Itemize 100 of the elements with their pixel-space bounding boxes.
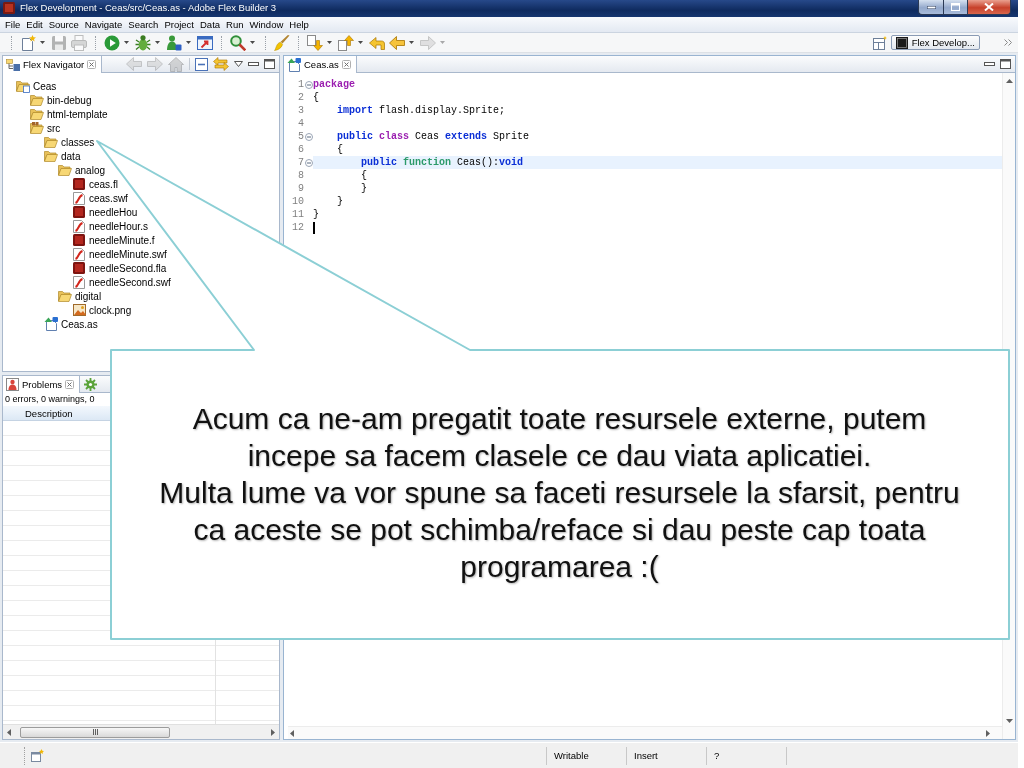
tree-item[interactable]: analog	[58, 163, 106, 177]
minimize-button[interactable]	[918, 0, 943, 15]
tree-item[interactable]: digital	[58, 289, 102, 303]
menu-item[interactable]: Data	[197, 18, 224, 31]
brush-icon[interactable]	[274, 34, 290, 51]
up-arrow-icon[interactable]	[1005, 79, 1013, 83]
person-icon	[6, 378, 19, 391]
maximize-icon[interactable]	[264, 59, 275, 69]
folder-icon	[30, 108, 44, 120]
caret-icon[interactable]	[186, 41, 191, 44]
new-file-icon[interactable]	[20, 34, 36, 51]
close-button[interactable]	[968, 0, 1011, 15]
column-header[interactable]: Description	[25, 407, 73, 419]
tree-item[interactable]: src	[30, 121, 61, 135]
maximize-button[interactable]	[943, 0, 968, 15]
tree-item[interactable]: needleSecond.fla	[72, 261, 167, 275]
folder-tree-icon	[6, 58, 20, 71]
tree-item[interactable]: data	[44, 149, 81, 163]
line-number: 12	[292, 222, 304, 233]
search-icon[interactable]	[230, 34, 246, 51]
file-tile-icon	[73, 262, 85, 274]
menu-item[interactable]: Navigate	[81, 18, 126, 31]
caret-icon[interactable]	[124, 41, 129, 44]
line-number: 8	[298, 170, 304, 181]
close-icon[interactable]	[65, 380, 75, 389]
menu-item[interactable]: Run	[223, 18, 247, 31]
close-icon[interactable]	[87, 60, 97, 69]
maximize-icon[interactable]	[1000, 59, 1011, 69]
horizontal-scrollbar[interactable]	[288, 726, 1002, 739]
minimize-icon[interactable]	[248, 62, 259, 66]
tree-item[interactable]: html-template	[30, 107, 108, 121]
line-number: 5	[298, 131, 304, 142]
code-line: public class Ceas extends Sprite	[337, 130, 530, 143]
caret-icon[interactable]	[155, 41, 160, 44]
menu-item[interactable]: Search	[125, 18, 162, 31]
swoosh-page-icon	[73, 247, 85, 261]
gear-icon[interactable]	[84, 377, 98, 391]
file-tile-icon	[73, 206, 85, 218]
code-line: {	[361, 169, 367, 182]
image-icon	[72, 304, 86, 316]
menu-item[interactable]: Source	[45, 18, 82, 31]
caret-icon[interactable]	[40, 41, 45, 44]
chevron-icon[interactable]	[1004, 39, 1012, 46]
bug-icon[interactable]	[135, 34, 151, 51]
line-number: 2	[298, 92, 304, 103]
tree-item[interactable]: needleMinute.f	[72, 233, 155, 247]
tree-item[interactable]: needleHour.s	[72, 219, 148, 233]
right-arrow-icon[interactable]	[271, 728, 275, 736]
swoosh-page-icon	[73, 191, 85, 205]
code-line: {	[313, 91, 319, 104]
tree-item[interactable]: needleMinute.swf	[72, 247, 167, 261]
minus-box-icon[interactable]	[195, 57, 208, 71]
status-text: Writable	[554, 750, 589, 761]
perspective-button[interactable]: Flex Develop...	[890, 35, 980, 50]
down-arrow-icon[interactable]	[1005, 719, 1013, 723]
minimize-icon[interactable]	[984, 62, 995, 66]
tab[interactable]: Flex Navigator	[3, 56, 103, 73]
figure-icon[interactable]	[166, 34, 182, 51]
menu-item[interactable]: File	[2, 18, 24, 31]
caret-icon[interactable]	[358, 41, 363, 44]
menu-item[interactable]: Window	[246, 18, 287, 31]
line-number: 1	[298, 79, 304, 90]
callout-text: Acum ca ne-am pregatit toate resursele externe, putem incepe sa facem clasele ce dau viata aplicatiei.	[191, 401, 928, 474]
left-arrow-icon[interactable]	[7, 728, 11, 736]
status-text: ?	[714, 750, 720, 761]
tree-item[interactable]: ceas.swf	[72, 191, 128, 205]
tree-item[interactable]: Ceas	[16, 79, 57, 93]
horizontal-scrollbar[interactable]	[3, 724, 279, 739]
close-icon[interactable]	[341, 60, 351, 69]
caret-icon[interactable]	[234, 61, 243, 67]
folder-icon	[58, 164, 72, 176]
caret-icon[interactable]	[409, 41, 414, 44]
tree-item[interactable]: needleHou	[72, 205, 138, 219]
file-tile-icon	[73, 234, 85, 246]
tree-item[interactable]: Ceas.as	[44, 317, 98, 331]
swoosh-page-icon	[73, 219, 85, 233]
menu-item[interactable]: Help	[286, 18, 312, 31]
tree-item[interactable]: clock.png	[72, 303, 132, 317]
tree-item[interactable]: classes	[44, 135, 95, 149]
tab[interactable]: Ceas.as	[284, 56, 357, 73]
line-number: 9	[298, 183, 304, 194]
caret-icon[interactable]	[327, 41, 332, 44]
tab[interactable]: Problems	[3, 376, 81, 393]
caret-icon[interactable]	[250, 41, 255, 44]
tree-item[interactable]: needleSecond.swf	[72, 275, 171, 289]
scrollbar-thumb[interactable]	[20, 726, 170, 738]
code-line: public function Ceas():void	[361, 156, 524, 169]
left-arrow-icon[interactable]	[290, 729, 294, 737]
script-page-icon	[44, 317, 58, 331]
bent-arrow-icon[interactable]	[369, 35, 385, 50]
menu-item[interactable]: Edit	[23, 18, 46, 31]
right-arrow-icon[interactable]	[986, 729, 990, 737]
line-number: 4	[298, 118, 304, 129]
tree-item[interactable]: ceas.fl	[72, 177, 118, 191]
page-down-arrow-icon[interactable]	[307, 34, 323, 51]
play-icon[interactable]	[104, 34, 120, 51]
folder-icon	[58, 290, 72, 302]
menu-item[interactable]: Project	[161, 18, 197, 31]
tree-item[interactable]: bin-debug	[30, 93, 92, 107]
page-up-arrow-icon[interactable]	[338, 34, 354, 51]
